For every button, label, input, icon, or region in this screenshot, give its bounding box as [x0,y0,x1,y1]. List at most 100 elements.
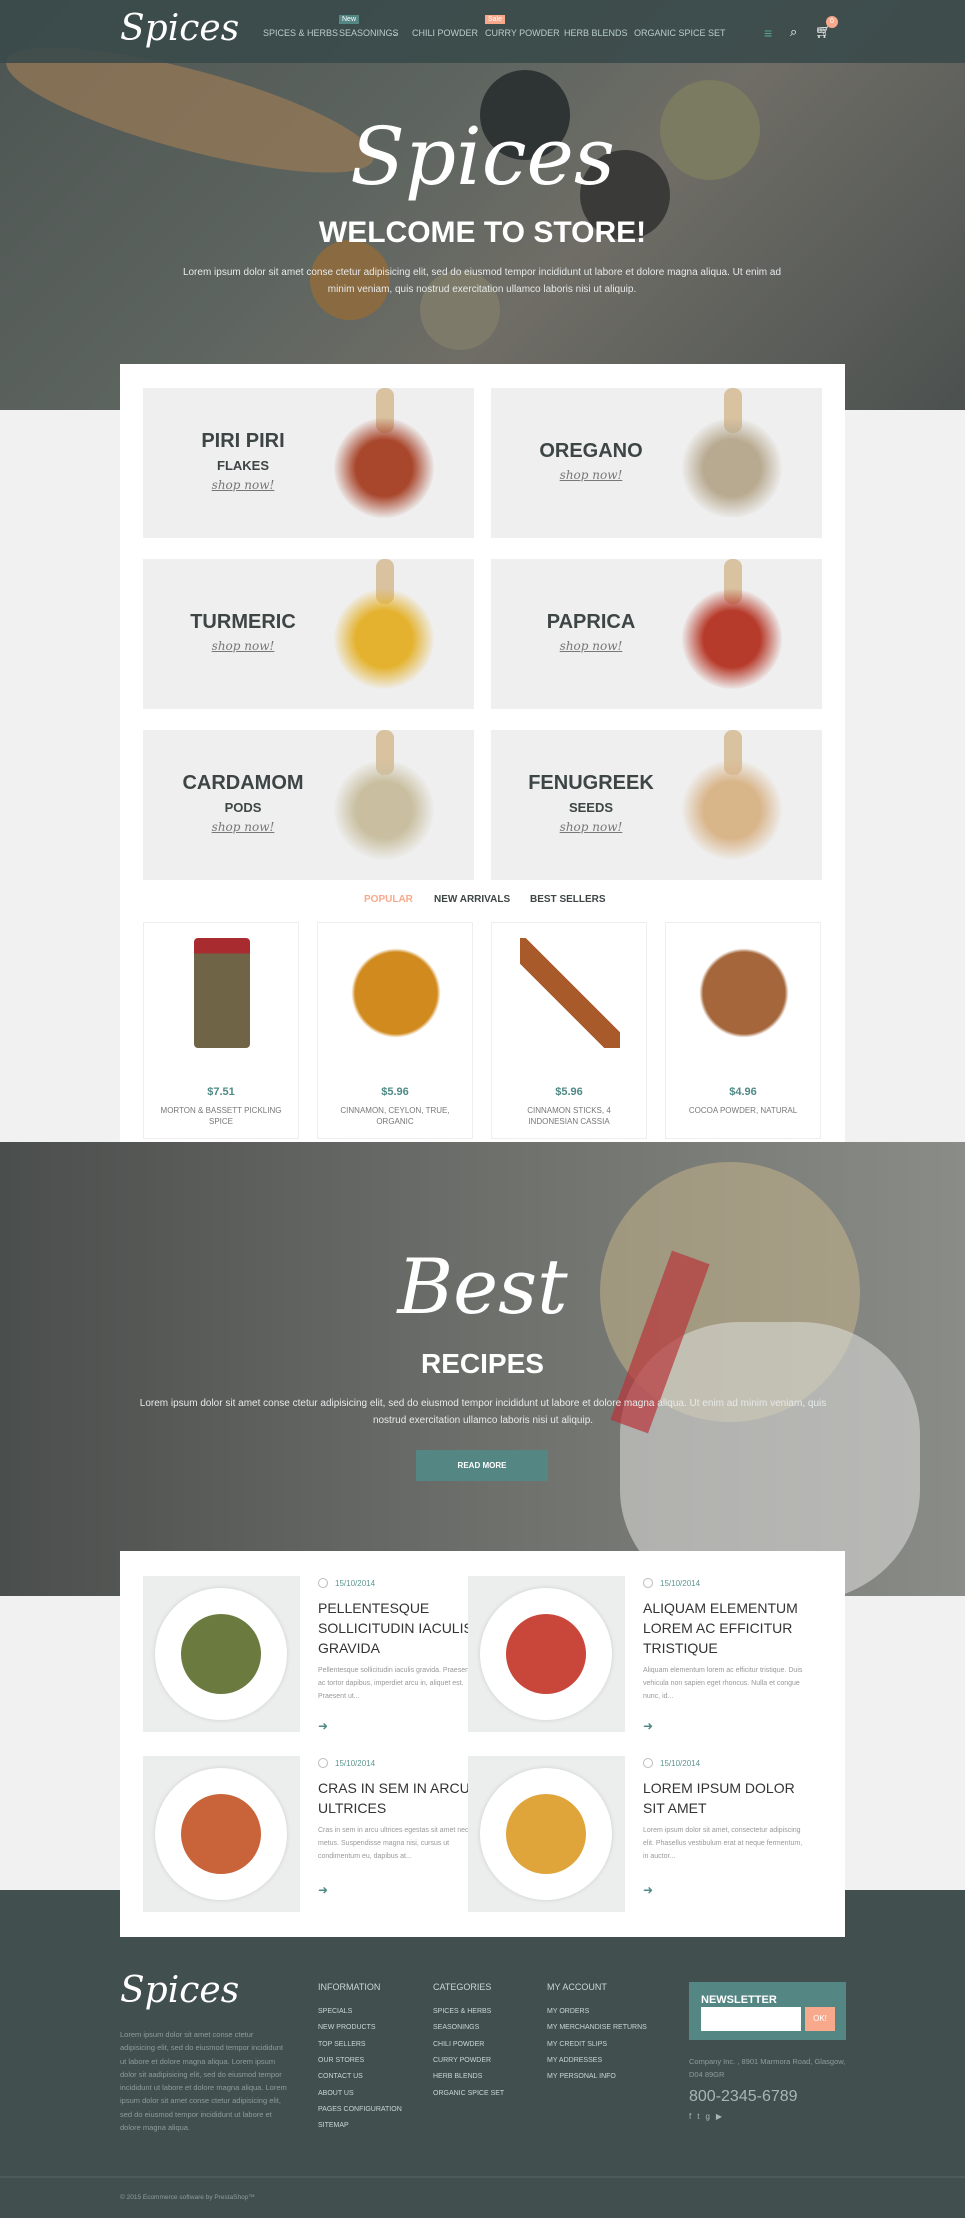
facebook-icon[interactable]: f [689,2112,697,2121]
nav-chili-powder[interactable]: Chili Powder [412,28,478,38]
tab-new-arrivals[interactable]: NEW ARRIVALS [434,894,510,905]
category-image [682,589,782,689]
tab-popular[interactable]: POPULAR [364,894,413,905]
footer-link[interactable]: Top sellers [318,2041,366,2048]
footer-link[interactable]: About us [318,2090,354,2097]
footer-link[interactable]: My orders [547,2008,589,2015]
phone-number: 800-2345-6789 [689,2088,798,2105]
recipes-title: RECIPES [421,1348,544,1379]
newsletter-email-input[interactable] [701,2007,801,2031]
category-image [334,589,434,689]
footer-link[interactable]: My merchandise returns [547,2024,647,2031]
footer-link[interactable]: Sitemap [318,2122,349,2129]
nav-organic-spice-set[interactable]: Organic Spice Set [634,28,726,38]
footer-link[interactable]: Curry Powder [433,2057,491,2064]
arrow-right-icon[interactable]: ➜ [643,1883,653,1897]
product-image[interactable] [520,938,620,1048]
google-plus-icon[interactable]: g [705,2112,715,2121]
product-name[interactable]: MORTON & BASSETT PICKLING SPICE [154,1105,288,1127]
arrow-right-icon[interactable]: ➜ [318,1719,328,1733]
search-icon[interactable]: ⌕ [790,24,797,40]
category-image [682,760,782,860]
footer-link[interactable]: My personal info [547,2073,616,2080]
site-header: Spices Spices & Herbs Seasonings ⌄ New C… [0,0,965,63]
category-tile[interactable]: CARDAMOM PODS shop now! [143,730,474,880]
footer-column-title: INFORMATION [318,1982,381,1992]
product-name[interactable]: CINNAMON STICKS, 4 INDONESIAN CASSIA [502,1105,636,1127]
new-badge: New [339,15,360,24]
shop-now-link[interactable]: shop now! [491,639,691,653]
product-image[interactable] [346,938,446,1048]
post-image[interactable] [143,1756,300,1912]
recipes-script-title: Best [397,1242,568,1331]
product-card[interactable]: $5.96 CINNAMON, CEYLON, TRUE, ORGANIC [317,922,473,1139]
product-card[interactable]: $7.51 MORTON & BASSETT PICKLING SPICE [143,922,299,1139]
chevron-down-icon[interactable]: ⌄ [391,28,399,39]
category-tile[interactable]: TURMERIC shop now! [143,559,474,709]
read-more-button[interactable]: READ MORE [416,1450,548,1481]
post-image[interactable] [468,1576,625,1732]
footer-link[interactable]: Pages configuration [318,2106,402,2113]
category-tile[interactable]: FENUGREEK SEEDS shop now! [491,730,822,880]
footer-link[interactable]: Chili Powder [433,2041,484,2048]
product-name[interactable]: COCOA POWDER, NATURAL [676,1105,810,1116]
nav-seasonings[interactable]: Seasonings [339,28,399,38]
copyright: © 2015 Ecommerce software by PrestaShop™ [120,2194,255,2201]
product-name[interactable]: CINNAMON, CEYLON, TRUE, ORGANIC [328,1105,462,1127]
category-tile[interactable]: PIRI PIRI FLAKES shop now! [143,388,474,538]
footer-divider [0,2176,965,2178]
category-title: CARDAMOM [182,772,304,794]
nav-spices-herbs[interactable]: Spices & Herbs [263,28,338,38]
post-image[interactable] [468,1756,625,1912]
product-image[interactable] [194,938,250,1048]
category-tile[interactable]: OREGANO shop now! [491,388,822,538]
cart-count: 0 [826,16,838,28]
footer: Spices Lorem ipsum dolor sit amet conse … [0,1890,965,2218]
post-excerpt: Lorem ipsum dolor sit amet, consectetur … [643,1827,803,1860]
nav-curry-powder[interactable]: Curry Powder [485,28,560,38]
menu-icon[interactable]: ≡ [764,25,772,41]
sale-badge: Sale [485,15,506,24]
footer-link[interactable]: Seasonings [433,2024,479,2031]
recipes-text: Lorem ipsum dolor sit amet conse ctetur … [139,1398,827,1426]
post-title[interactable]: PELLENTESQUE SOLLICITUDIN IACULIS GRAVID… [318,1598,478,1658]
category-title: OREGANO [539,440,643,462]
clock-icon [318,1758,328,1768]
post-image[interactable] [143,1576,300,1732]
product-card[interactable]: $4.96 COCOA POWDER, NATURAL [665,922,821,1139]
post-date: 15/10/2014 [660,1579,701,1588]
footer-link[interactable]: My addresses [547,2057,602,2064]
product-image[interactable] [694,938,794,1048]
footer-logo: Spices [120,1970,240,2011]
recipes-banner: Best RECIPES Lorem ipsum dolor sit amet … [0,1142,965,1602]
post-title[interactable]: ALIQUAM ELEMENTUM LOREM AC EFFICITUR TRI… [643,1598,803,1658]
post-title[interactable]: LOREM IPSUM DOLOR SIT AMET [643,1778,803,1818]
category-title: TURMERIC [190,611,296,633]
shop-now-link[interactable]: shop now! [143,820,343,834]
shop-now-link[interactable]: shop now! [491,820,691,834]
youtube-icon[interactable]: ▶ [716,2112,728,2121]
shop-now-link[interactable]: shop now! [143,639,343,653]
footer-link[interactable]: Organic Spice Set [433,2090,504,2097]
footer-link[interactable]: Herb Blends [433,2073,482,2080]
footer-link[interactable]: Specials [318,2008,352,2015]
category-image [334,760,434,860]
newsletter-submit-button[interactable]: OK! [805,2007,835,2031]
shop-now-link[interactable]: shop now! [143,478,343,492]
post-date: 15/10/2014 [660,1759,701,1768]
product-card[interactable]: $5.96 CINNAMON STICKS, 4 INDONESIAN CASSI… [491,922,647,1139]
tab-best-sellers[interactable]: BEST SELLERS [530,894,606,905]
product-price: $7.51 [207,1086,235,1098]
footer-link[interactable]: Contact us [318,2073,363,2080]
post-title[interactable]: CRAS IN SEM IN ARCU ULTRICES [318,1778,478,1818]
footer-link[interactable]: New products [318,2024,376,2031]
footer-link[interactable]: Spices & Herbs [433,2008,491,2015]
logo[interactable]: Spices [120,8,239,49]
category-tile[interactable]: PAPRICA shop now! [491,559,822,709]
footer-link[interactable]: Our stores [318,2057,364,2064]
arrow-right-icon[interactable]: ➜ [318,1883,328,1897]
shop-now-link[interactable]: shop now! [491,468,691,482]
nav-herb-blends[interactable]: Herb Blends [564,28,628,38]
arrow-right-icon[interactable]: ➜ [643,1719,653,1733]
footer-link[interactable]: My credit slips [547,2041,607,2048]
